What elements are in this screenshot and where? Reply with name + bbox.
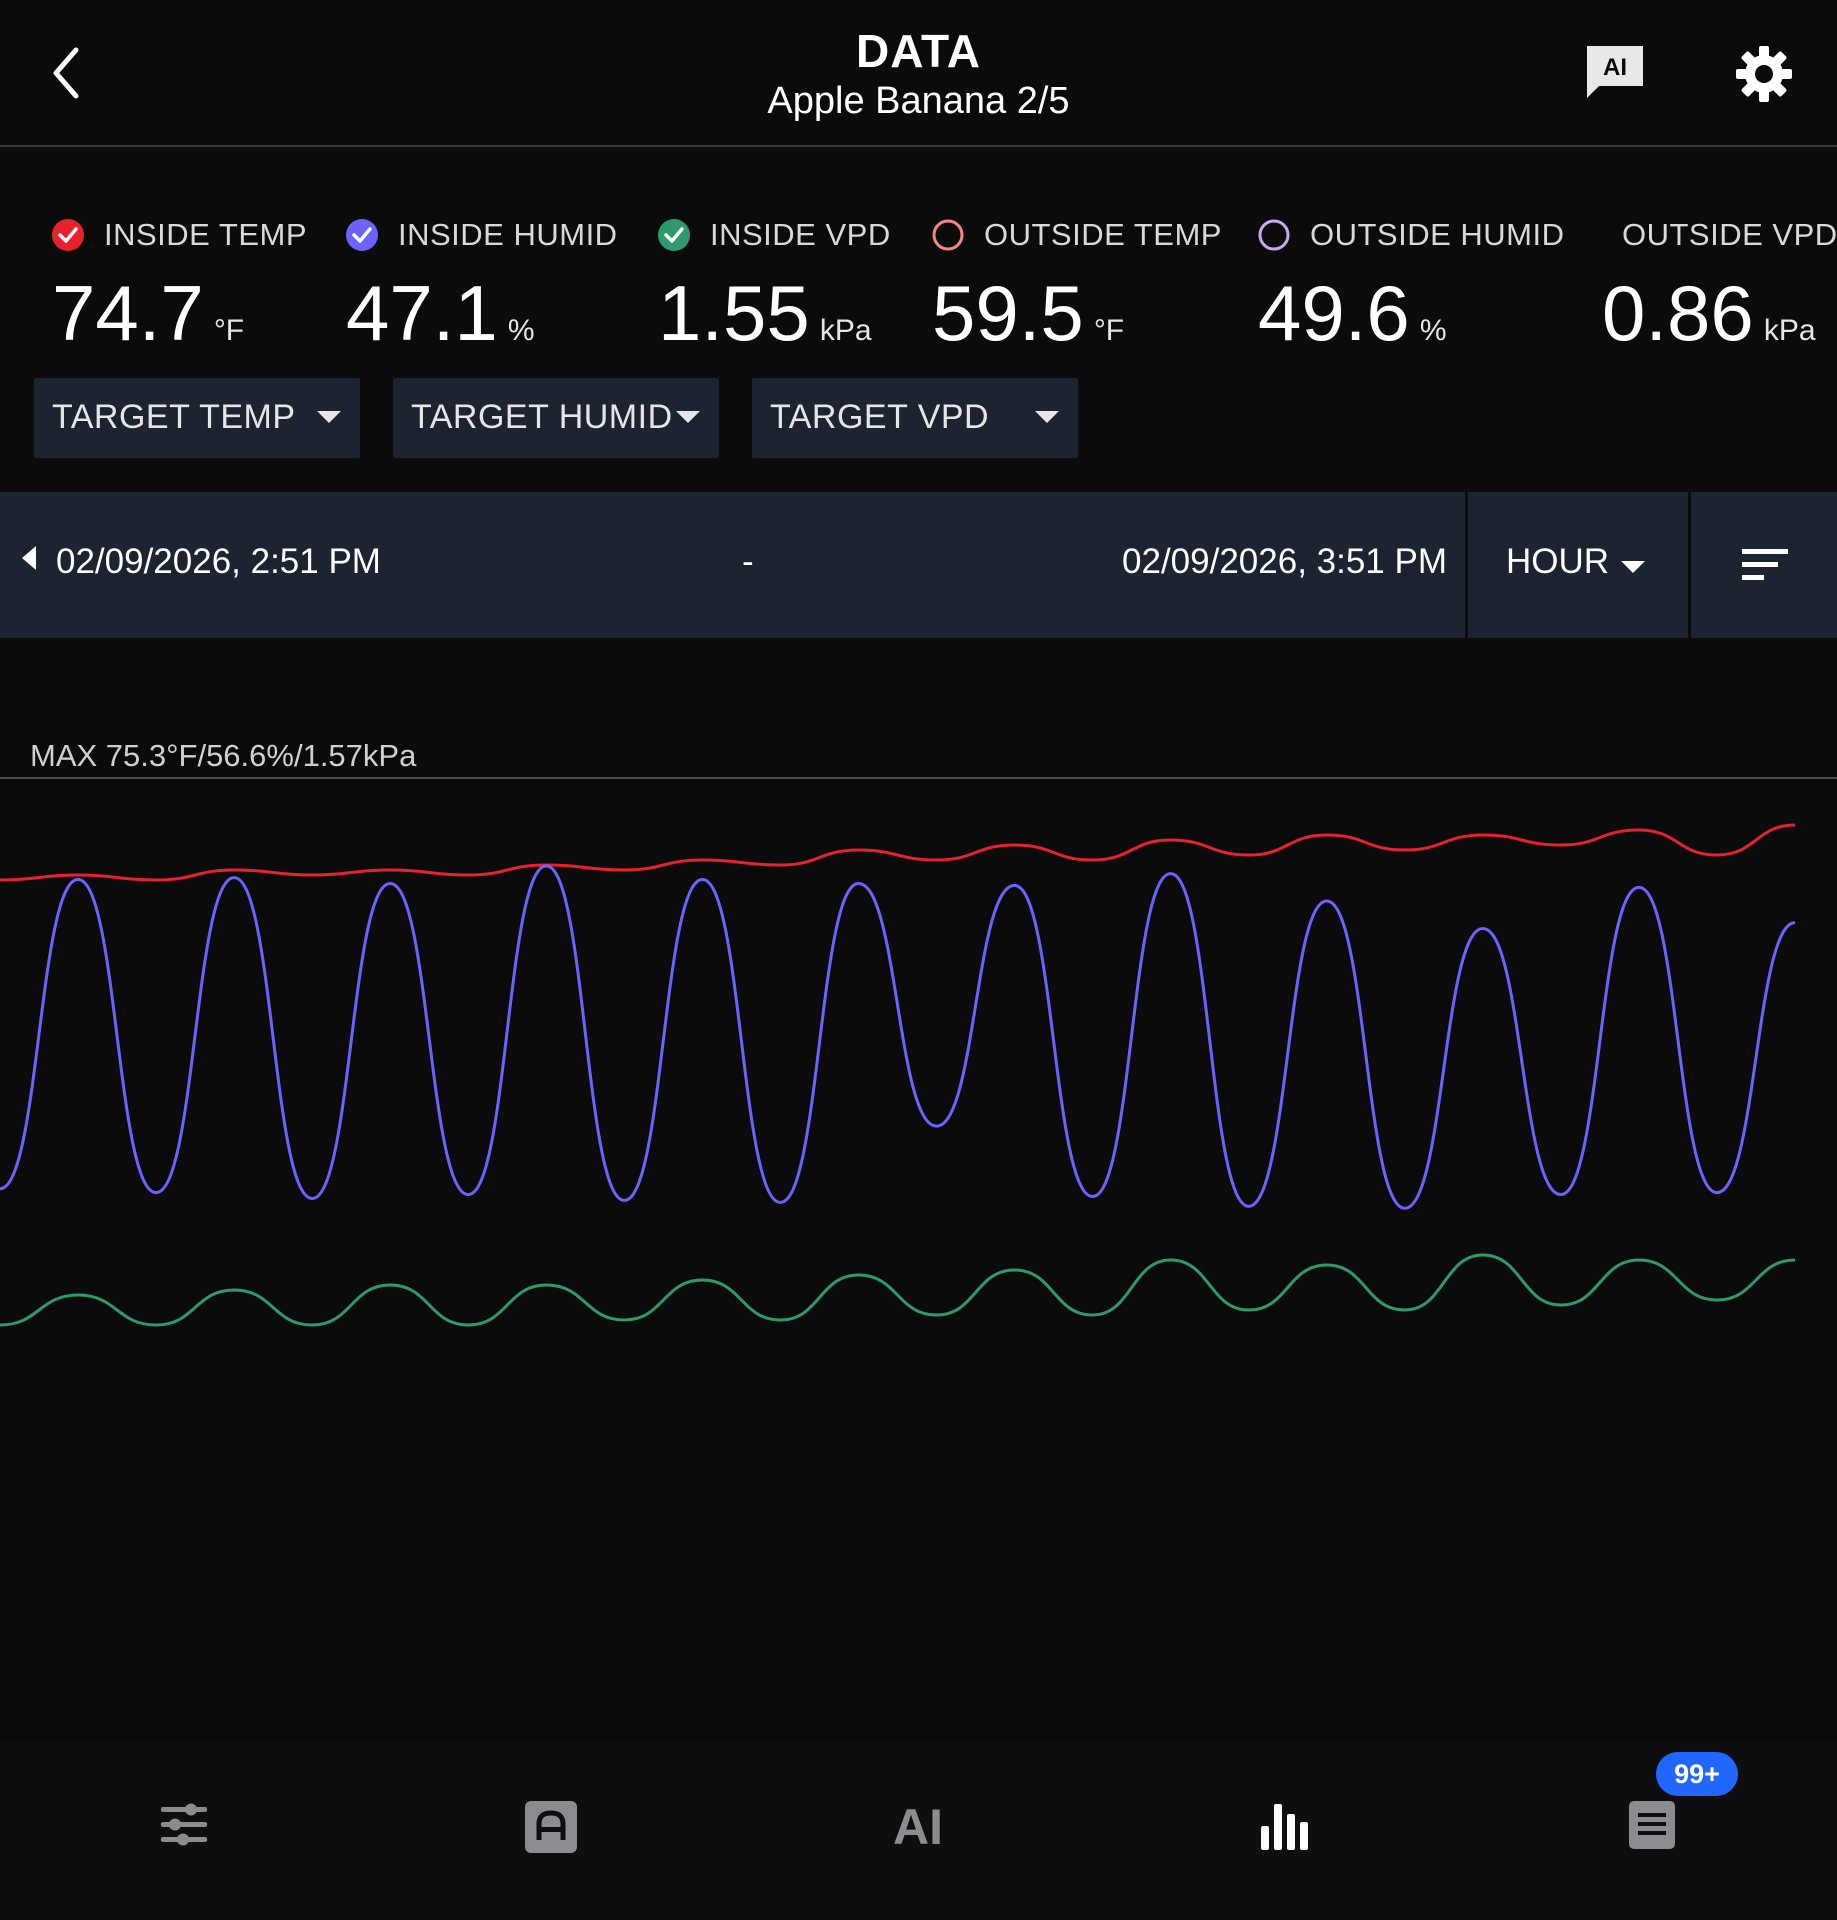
metric-label: INSIDE TEMP — [104, 217, 308, 252]
device-name: Apple Banana 2/5 — [767, 80, 1070, 122]
bar-chart-icon — [1260, 1804, 1308, 1850]
caret-down-icon — [1621, 561, 1645, 573]
metric-inside-humid[interactable]: INSIDE HUMID 47.1% — [346, 212, 618, 354]
ai-logo-icon: AI — [893, 1800, 943, 1850]
device-icon — [524, 1801, 577, 1853]
metric-value: 74.7 — [52, 269, 204, 357]
sensor-line-chart — [0, 823, 1796, 1327]
caret-down-icon — [317, 411, 341, 423]
dropdown-label: TARGET HUMID — [411, 398, 673, 436]
metric-unit: °F — [213, 314, 245, 347]
caret-down-icon — [1035, 411, 1059, 423]
metric-value: 49.6 — [1258, 269, 1410, 357]
metric-unit: kPa — [819, 314, 872, 347]
metric-inside-vpd[interactable]: INSIDE VPD 1.55 kPa — [658, 212, 891, 354]
metric-unit: kPa — [1763, 314, 1816, 347]
metric-outside-temp[interactable]: OUTSIDE TEMP 59.5 °F — [932, 212, 1222, 354]
target-temp-dropdown[interactable]: TARGET TEMP — [34, 378, 360, 458]
nav-controls[interactable] — [0, 1742, 367, 1920]
metric-label: OUTSIDE HUMID — [1310, 217, 1565, 252]
sort-icon[interactable] — [1690, 492, 1837, 638]
metric-unit: °F — [1093, 314, 1125, 347]
period-dropdown[interactable]: HOUR — [1468, 492, 1688, 638]
metric-outside-vpd[interactable]: OUTSIDE VPD 0.86 kPa — [1602, 212, 1837, 354]
chart-max-label: MAX 75.3°F/56.6%/1.57kPa — [30, 738, 417, 773]
checked-circle-icon — [658, 219, 690, 251]
metric-outside-humid[interactable]: OUTSIDE HUMID 49.6% — [1258, 212, 1565, 354]
period-label: HOUR — [1506, 542, 1610, 581]
series-line-inside-temp — [0, 823, 1796, 882]
range-end-date[interactable]: 02/09/2026, 3:51 PM — [1122, 542, 1447, 582]
caret-down-icon — [676, 411, 700, 423]
page-title: DATA — [856, 25, 981, 77]
nav-data[interactable] — [1101, 1742, 1468, 1920]
metric-value: 47.1 — [346, 269, 498, 357]
ai-logo-text: AI — [893, 1800, 943, 1850]
metric-value: 1.55 — [658, 269, 810, 357]
ai-chat-text: AI — [1603, 54, 1627, 81]
metric-inside-temp[interactable]: INSIDE TEMP 74.7 °F — [52, 212, 307, 354]
target-humid-dropdown[interactable]: TARGET HUMID — [393, 378, 719, 458]
nav-ai[interactable]: AI — [734, 1742, 1101, 1920]
metric-unit: % — [507, 314, 535, 347]
dropdown-label: TARGET TEMP — [52, 398, 296, 436]
sliders-icon — [160, 1803, 207, 1846]
series-line-inside-humid — [0, 864, 1796, 1210]
notification-badge: 99+ — [1656, 1752, 1738, 1796]
nav-device[interactable] — [367, 1742, 734, 1920]
unchecked-circle-icon — [1258, 219, 1290, 251]
date-range-bar: 02/09/2026, 2:51 PM - 02/09/2026, 3:51 P… — [0, 492, 1837, 638]
metric-value: 0.86 — [1602, 269, 1754, 354]
range-separator: - — [742, 542, 754, 581]
metric-value: 59.5 — [932, 269, 1084, 357]
nav-logs[interactable] — [1468, 1742, 1835, 1920]
metric-label: INSIDE HUMID — [398, 217, 618, 252]
metric-label: OUTSIDE VPD — [1622, 217, 1837, 252]
metric-label: INSIDE VPD — [710, 217, 891, 252]
range-start-date[interactable]: 02/09/2026, 2:51 PM — [56, 542, 381, 582]
ai-chat-icon[interactable]: AI — [1585, 44, 1645, 100]
series-line-inside-vpd — [0, 1253, 1796, 1327]
unchecked-circle-icon — [932, 219, 964, 251]
caret-left-icon[interactable] — [18, 540, 42, 576]
bottom-nav: AI — [0, 1742, 1837, 1920]
metric-label: OUTSIDE TEMP — [984, 217, 1222, 252]
target-vpd-dropdown[interactable]: TARGET VPD — [752, 378, 1078, 458]
app-header: DATA Apple Banana 2/5 AI — [0, 0, 1837, 147]
dropdown-label: TARGET VPD — [770, 398, 990, 436]
metric-unit: % — [1419, 314, 1447, 347]
list-doc-icon — [1628, 1801, 1675, 1849]
checked-circle-icon — [346, 219, 378, 251]
checked-circle-icon — [52, 219, 84, 251]
gear-icon[interactable] — [1734, 44, 1794, 104]
chart-max-line — [0, 777, 1837, 779]
